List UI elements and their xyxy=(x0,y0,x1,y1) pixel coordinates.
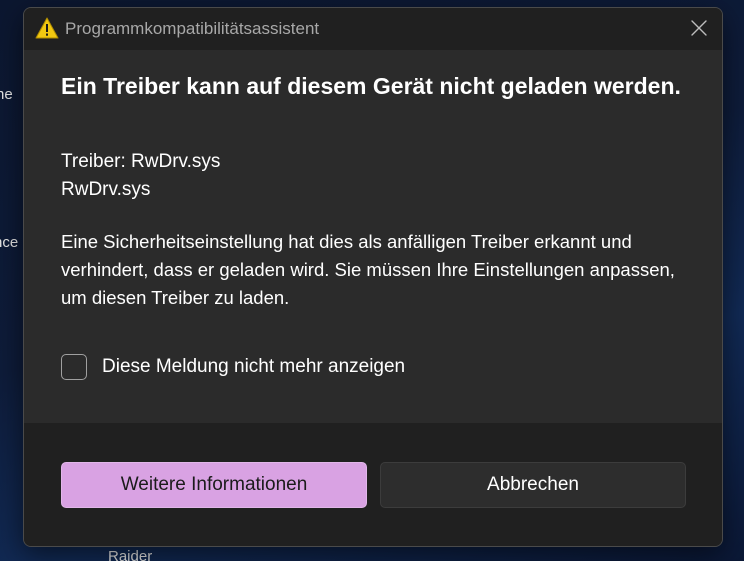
more-info-button[interactable]: Weitere Informationen xyxy=(61,462,367,508)
dialog-description: Eine Sicherheitseinstellung hat dies als… xyxy=(61,231,675,308)
window-title: Programmkompatibilitätsassistent xyxy=(65,19,320,38)
title-bar: Programmkompatibilitätsassistent xyxy=(24,8,722,50)
checkbox-label[interactable]: Diese Meldung nicht mehr anzeigen xyxy=(102,356,405,378)
driver-label: Treiber: RwDrv.sys xyxy=(61,151,221,172)
background-text: ne xyxy=(0,86,13,103)
dont-show-again-option[interactable]: Diese Meldung nicht mehr anzeigen xyxy=(61,354,405,380)
background-text: nce xyxy=(0,234,19,251)
dialog-content: Ein Treiber kann auf diesem Gerät nicht … xyxy=(24,50,722,423)
close-button[interactable] xyxy=(676,8,722,48)
cancel-button[interactable]: Abbrechen xyxy=(380,462,686,508)
close-icon xyxy=(691,20,707,36)
driver-filename: RwDrv.sys xyxy=(61,179,151,200)
dont-show-again-checkbox[interactable] xyxy=(61,354,87,380)
background-text: Raider xyxy=(108,548,153,561)
dialog-footer: Weitere Informationen Abbrechen xyxy=(24,423,722,546)
compatibility-dialog: Programmkompatibilitätsassistent Ein Tre… xyxy=(23,7,723,547)
dialog-heading: Ein Treiber kann auf diesem Gerät nicht … xyxy=(61,73,681,99)
warning-icon xyxy=(35,17,59,39)
